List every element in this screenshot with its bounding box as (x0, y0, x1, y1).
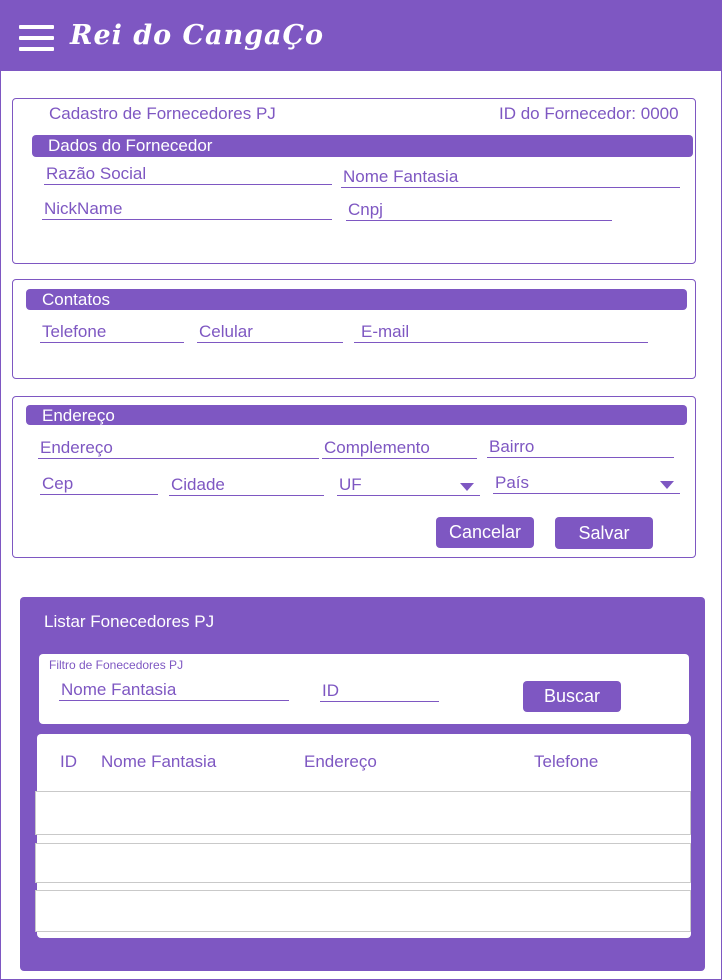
complemento-field[interactable]: Complemento (322, 438, 477, 459)
filter-id-field[interactable]: ID (320, 681, 439, 702)
section-header-endereco: Endereço (26, 405, 687, 425)
telefone-field[interactable]: Telefone (40, 322, 184, 343)
column-header-nome-fantasia: Nome Fantasia (101, 752, 217, 771)
column-header-endereco: Endereço (304, 752, 377, 771)
endereco-field[interactable]: Endereço (38, 438, 319, 459)
supplier-id-label: ID do Fornecedor: 0000 (499, 104, 679, 123)
section-header-contatos: Contatos (26, 289, 687, 310)
top-app-bar: Rei do CangaÇo (1, 0, 722, 71)
nickname-field[interactable]: NickName (42, 199, 332, 220)
table-row[interactable] (35, 791, 691, 835)
dropdown-arrow-icon (660, 481, 674, 489)
search-button[interactable]: Buscar (523, 681, 621, 712)
razao-social-field[interactable]: Razão Social (44, 164, 332, 185)
dropdown-arrow-icon (460, 483, 474, 491)
list-title: Listar Fonecedores PJ (44, 612, 215, 631)
pais-select-label: País (495, 473, 530, 492)
bairro-field[interactable]: Bairro (487, 437, 674, 458)
email-field[interactable]: E-mail (354, 322, 648, 343)
table-row[interactable] (35, 890, 691, 932)
form-title: Cadastro de Fornecedores PJ (49, 104, 276, 123)
column-header-telefone: Telefone (534, 752, 599, 771)
cidade-field[interactable]: Cidade (169, 475, 324, 496)
save-button[interactable]: Salvar (555, 517, 653, 549)
contacts-panel: Contatos Telefone Celular E-mail (12, 279, 696, 379)
suppliers-table: ID Nome Fantasia Endereço Telefone (35, 734, 691, 938)
filter-label: Filtro de Fonecedores PJ (49, 658, 184, 672)
filter-box: Filtro de Fonecedores PJ Nome Fantasia I… (39, 654, 689, 724)
uf-select[interactable]: UF (337, 475, 480, 496)
nome-fantasia-field[interactable]: Nome Fantasia (341, 167, 680, 188)
column-header-id: ID (60, 752, 77, 771)
hamburger-menu-icon[interactable] (19, 25, 54, 51)
cnpj-field[interactable]: Cnpj (346, 200, 612, 221)
supplier-data-panel: Cadastro de Fornecedores PJ ID do Fornec… (12, 98, 696, 264)
filter-nome-fantasia-field[interactable]: Nome Fantasia (59, 680, 289, 701)
pais-select[interactable]: País (493, 473, 680, 494)
supplier-list-panel: Listar Fonecedores PJ Filtro de Fonecedo… (20, 597, 705, 971)
app-title: Rei do CangaÇo (70, 20, 325, 51)
table-row[interactable] (35, 843, 691, 883)
celular-field[interactable]: Celular (197, 322, 343, 343)
cep-field[interactable]: Cep (40, 474, 158, 495)
uf-select-label: UF (339, 475, 362, 494)
cancel-button[interactable]: Cancelar (436, 517, 534, 548)
section-header-dados-fornecedor: Dados do Fornecedor (32, 135, 693, 157)
address-panel: Endereço Endereço Complemento Bairro Cep… (12, 396, 696, 558)
